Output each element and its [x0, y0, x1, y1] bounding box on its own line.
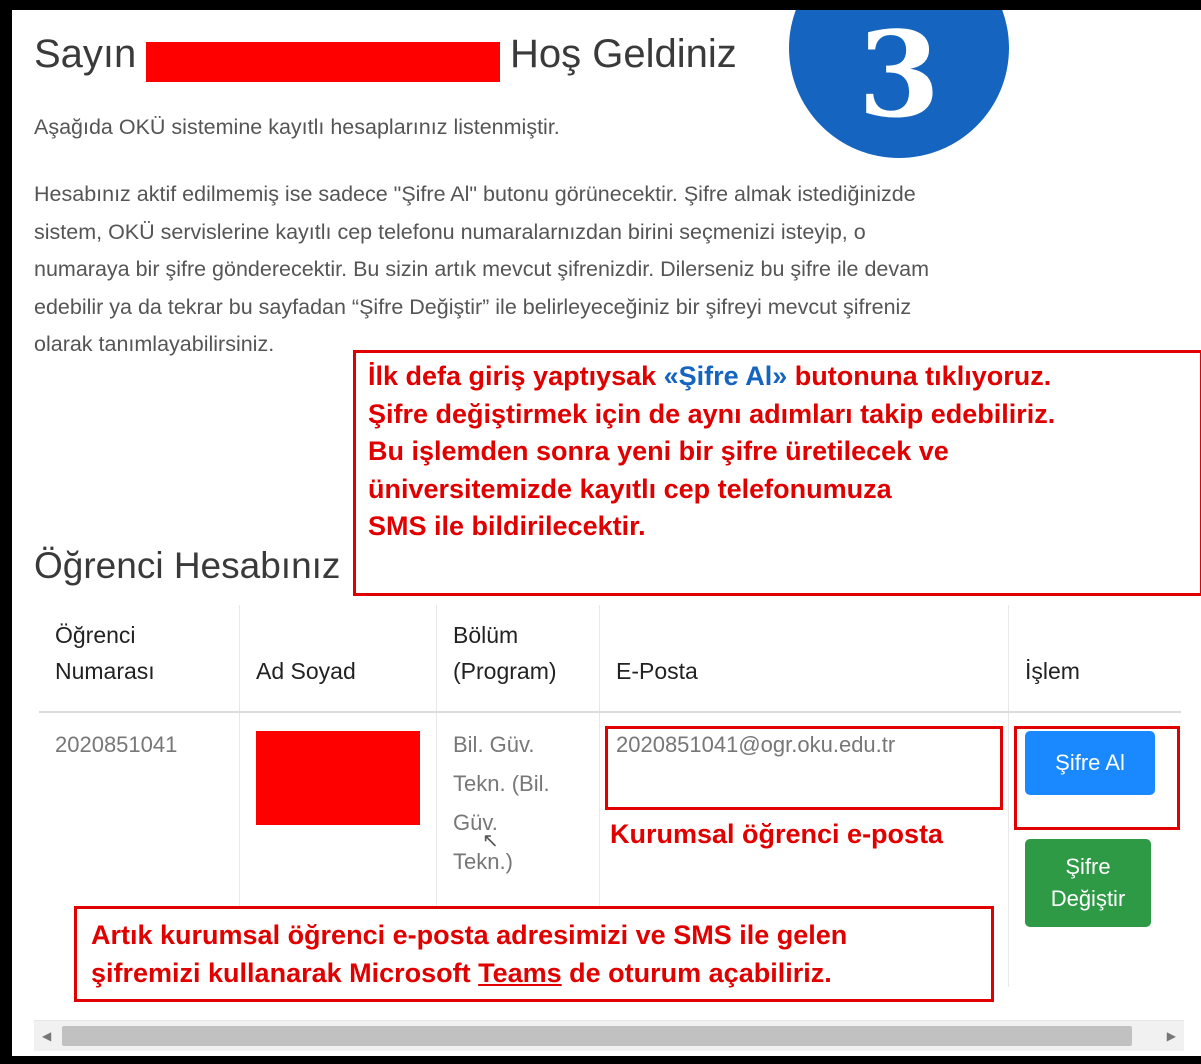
step-number: 3 — [857, 10, 941, 144]
callout-line: üniversitemizde kayıtlı cep telefonumuza — [368, 473, 892, 504]
callout-line: SMS ile bildirilecektir. — [368, 511, 646, 541]
greeting-heading: Sayın — [34, 32, 136, 77]
step-number-badge: 3 — [789, 10, 1009, 158]
header-action: İşlem — [1008, 605, 1181, 713]
callout-line: İlk defa giriş yaptıysak «Şifre Al» buto… — [368, 361, 1052, 391]
teams-login-callout: Artık kurumsal öğrenci e-posta adresimiz… — [74, 906, 994, 1002]
info-paragraph: Hesabınız aktif edilmemiş ise sadece "Şi… — [34, 176, 1184, 364]
table-header-row: Öğrenci Numarası Ad Soyad Bölüm (Program… — [39, 605, 1181, 713]
scroll-left-icon[interactable]: ◀ — [42, 1029, 51, 1043]
mouse-cursor-icon: ↖ — [482, 830, 499, 852]
callout-line: Artık kurumsal öğrenci e-posta adresimiz… — [91, 920, 848, 950]
scrollbar-thumb[interactable] — [62, 1026, 1132, 1046]
header-name: Ad Soyad — [239, 605, 437, 713]
paragraph-line: sistem, OKÜ servislerine kayıtlı cep tel… — [34, 219, 866, 244]
header-department: Bölüm (Program) — [436, 605, 600, 713]
email-highlight-box — [605, 726, 1003, 810]
header-student-number: Öğrenci Numarası — [39, 605, 240, 713]
paragraph-line: Hesabınız aktif edilmemiş ise sadece "Şi… — [34, 182, 916, 206]
page-panel: Sayın Hoş Geldiniz Aşağıda OKÜ sistemine… — [12, 10, 1201, 1056]
button-highlight-box — [1014, 726, 1180, 830]
greeting-prefix: Sayın — [34, 32, 137, 76]
paragraph-line: edebilir ya da tekrar bu sayfadan “Şifre… — [34, 294, 912, 319]
paragraph-line: numaraya bir şifre gönderecektir. Bu siz… — [34, 257, 929, 281]
callout-line: Bu işlemden sonra yeni bir şifre üretile… — [368, 436, 949, 466]
header-email: E-Posta — [599, 605, 1009, 713]
intro-text: Aşağıda OKÜ sistemine kayıtlı hesapların… — [34, 115, 560, 139]
section-title: Öğrenci Hesabınız — [34, 545, 341, 586]
greeting-suffix: Hoş Geldiniz — [510, 32, 737, 76]
scroll-right-icon[interactable]: ▶ — [1167, 1029, 1176, 1043]
email-caption: Kurumsal öğrenci e-posta — [610, 819, 944, 849]
instruction-callout: İlk defa giriş yaptıysak «Şifre Al» buto… — [353, 350, 1201, 596]
callout-line: şifremizi kullanarak Microsoft Teams de … — [91, 957, 832, 988]
change-password-button[interactable]: Şifre Değiştir — [1025, 839, 1151, 927]
horizontal-scrollbar[interactable]: ◀ ▶ — [34, 1020, 1184, 1051]
redacted-name — [146, 42, 500, 82]
redacted-full-name — [256, 731, 420, 825]
callout-line: Şifre değiştirmek için de aynı adımları … — [368, 398, 1056, 429]
